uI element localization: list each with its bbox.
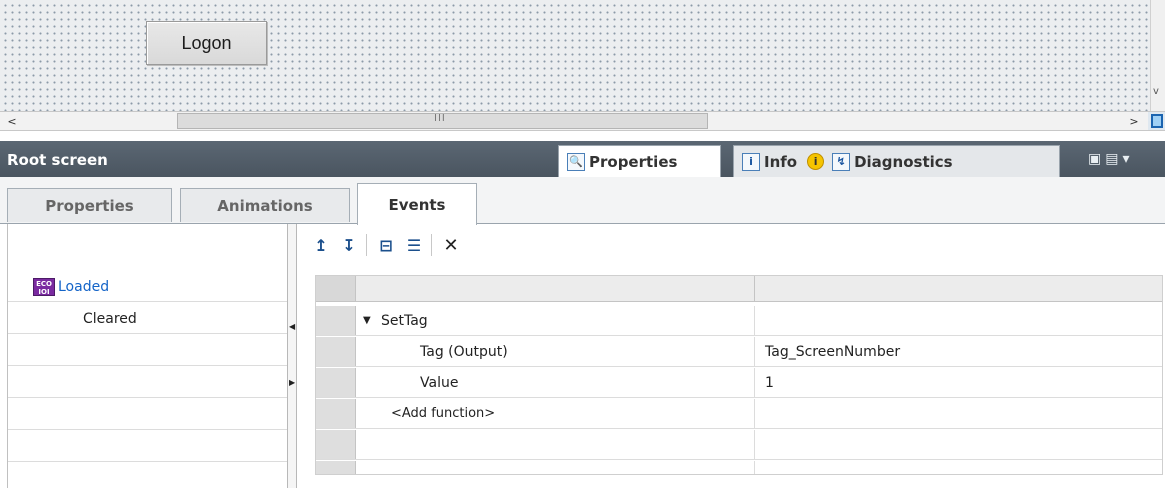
table-row[interactable]: ▼ SetTag <box>316 306 1162 336</box>
row-header <box>316 399 356 428</box>
list-item <box>8 368 287 398</box>
row-header <box>316 368 356 397</box>
inspector-title-bar: Root screen 🔍 Properties i Info i ↯ Diag… <box>0 141 1165 177</box>
scroll-right-icon[interactable]: > <box>1127 114 1141 128</box>
tab-diagnostics-label[interactable]: Diagnostics <box>854 153 953 171</box>
logon-button-label: Logon <box>181 32 232 53</box>
info-badge-icon: i <box>807 153 825 170</box>
scroll-corner <box>1148 112 1165 130</box>
toolbar-divider <box>431 234 432 256</box>
column-divider <box>754 430 755 459</box>
vertical-scrollbar[interactable]: v <box>1150 0 1165 112</box>
table-row[interactable]: Value 1 <box>316 368 1162 398</box>
param-name: Tag (Output) <box>420 344 508 360</box>
collapse-left-icon[interactable]: ◀ <box>289 322 295 331</box>
add-function-link[interactable]: <Add function> <box>391 406 495 421</box>
scroll-left-icon[interactable]: < <box>4 114 20 128</box>
row-header <box>316 461 356 474</box>
screen-canvas[interactable]: Logon <box>0 0 1150 112</box>
pane-gap <box>0 131 1165 141</box>
subtab-events[interactable]: Events <box>357 183 477 225</box>
column-divider <box>754 368 755 397</box>
list-item <box>8 400 287 430</box>
scroll-grip-icon: III <box>434 113 446 124</box>
function-table: ▼ SetTag Tag (Output) Tag_ScreenNumber V… <box>315 275 1163 475</box>
list-item <box>8 336 287 366</box>
move-down-icon[interactable]: ↧ <box>338 234 360 256</box>
expand-right-icon[interactable]: ▶ <box>289 378 295 387</box>
window-corner-icon <box>1151 114 1163 128</box>
collapse-all-icon[interactable]: ☰ <box>403 234 425 256</box>
tab-properties-label: Properties <box>589 152 678 171</box>
horizontal-scrollbar[interactable]: < III > <box>0 111 1165 131</box>
expand-arrow-icon[interactable]: ▼ <box>363 315 371 326</box>
table-row <box>316 461 1162 474</box>
row-header <box>316 430 356 459</box>
subtab-animations[interactable]: Animations <box>180 188 350 222</box>
event-item-cleared[interactable]: Cleared <box>8 304 287 334</box>
event-label: Cleared <box>83 310 137 327</box>
move-up-icon[interactable]: ↥ <box>310 234 332 256</box>
event-item-loaded[interactable]: ECO IOI Loaded <box>8 272 287 302</box>
window-controls-icon[interactable]: ▣▤▾ <box>1088 151 1133 167</box>
column-divider <box>754 276 755 301</box>
event-label: Loaded <box>58 278 110 295</box>
magnifier-icon: 🔍 <box>567 152 585 171</box>
delete-icon[interactable]: ✕ <box>440 234 462 256</box>
column-divider <box>754 461 755 474</box>
logon-button[interactable]: Logon <box>146 21 267 65</box>
column-divider <box>754 337 755 366</box>
inspector-title: Root screen <box>7 151 108 169</box>
param-value[interactable]: 1 <box>765 375 774 391</box>
tab-info[interactable]: i Info i ↯ Diagnostics <box>733 145 1060 177</box>
table-row[interactable]: <Add function> <box>316 399 1162 429</box>
function-toolbar: ↥ ↧ ⊟ ☰ ✕ <box>310 228 540 262</box>
subtab-strip: Properties Animations Events <box>0 177 1165 225</box>
column-divider <box>754 306 755 335</box>
scroll-thumb[interactable]: III <box>177 113 708 129</box>
row-header <box>316 306 356 335</box>
table-row <box>316 430 1162 460</box>
param-name: Value <box>420 375 459 391</box>
list-item <box>8 432 287 462</box>
table-row[interactable]: Tag (Output) Tag_ScreenNumber <box>316 337 1162 367</box>
expand-all-icon[interactable]: ⊟ <box>375 234 397 256</box>
row-header <box>316 276 356 301</box>
param-value[interactable]: Tag_ScreenNumber <box>765 344 900 360</box>
event-icon: ECO IOI <box>33 277 55 296</box>
info-tab-icon: i <box>742 152 760 171</box>
event-list: ECO IOI Loaded Cleared <box>7 224 287 488</box>
row-header <box>316 337 356 366</box>
tab-properties[interactable]: 🔍 Properties <box>558 145 721 177</box>
column-divider <box>754 399 755 428</box>
tab-info-label: Info <box>764 152 798 171</box>
subtab-properties[interactable]: Properties <box>7 188 172 222</box>
scroll-down-icon[interactable]: v <box>1153 86 1159 97</box>
function-name[interactable]: SetTag <box>381 313 428 329</box>
pane-splitter[interactable]: ◀ ▶ <box>287 224 297 488</box>
toolbar-divider <box>366 234 367 256</box>
table-header <box>316 276 1162 302</box>
diagnostics-icon: ↯ <box>832 152 851 171</box>
